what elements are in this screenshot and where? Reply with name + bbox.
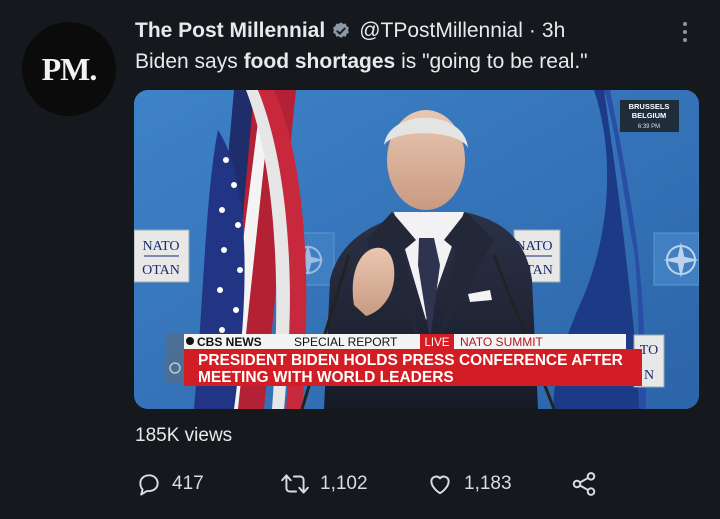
live-badge: LIVE <box>425 337 450 349</box>
video-frame: NATO OTAN NATO OTAN TO N BRUSSELS BELGIU… <box>134 90 699 409</box>
share-icon <box>572 472 596 496</box>
separator-dot: · <box>528 19 536 42</box>
timestamp[interactable]: 3h <box>542 19 565 43</box>
share-button[interactable] <box>570 465 608 503</box>
account-name[interactable]: The Post Millennial <box>135 19 325 43</box>
tweet-header: The Post Millennial @TPostMillennial · 3… <box>135 16 565 46</box>
nato-sign-line2: OTAN <box>142 263 180 278</box>
tweet-actions: 417 1,102 1,183 <box>130 465 610 503</box>
account-handle[interactable]: @TPostMillennial <box>359 19 523 43</box>
network-name: CBS NEWS <box>197 335 262 349</box>
reply-count: 417 <box>172 473 204 494</box>
avatar[interactable]: PM. <box>22 22 116 116</box>
event-name: NATO SUMMIT <box>460 335 544 349</box>
more-options-icon[interactable] <box>676 20 694 44</box>
nato-sign-line1: NATO <box>142 239 179 254</box>
location-time: 6:39 PM <box>638 124 660 130</box>
verified-badge-icon <box>331 21 351 41</box>
headline-line2: MEETING WITH WORLD LEADERS <box>198 369 454 386</box>
retweet-count: 1,102 <box>320 473 368 494</box>
reply-button[interactable]: 417 <box>136 465 204 503</box>
view-count: 185K views <box>135 425 233 446</box>
heart-icon <box>430 475 450 495</box>
tweet-video[interactable]: NATO OTAN NATO OTAN TO N BRUSSELS BELGIU… <box>134 90 699 409</box>
nato-sign3-line2: N <box>644 368 654 383</box>
location-line1: BRUSSELS <box>629 102 670 111</box>
retweet-icon <box>281 474 309 494</box>
tweet-card[interactable]: PM. The Post Millennial @TPostMillennial… <box>0 0 720 519</box>
tweet-text-bold: food shortages <box>243 50 396 73</box>
retweet-button[interactable]: 1,102 <box>280 465 368 503</box>
location-line2: BELGIUM <box>632 111 667 120</box>
headline-line1: PRESIDENT BIDEN HOLDS PRESS CONFERENCE A… <box>198 352 623 369</box>
like-button[interactable]: 1,183 <box>426 465 512 503</box>
like-count: 1,183 <box>464 473 512 494</box>
reply-icon <box>139 474 159 496</box>
nato-sign3-line1: TO <box>640 343 658 358</box>
program-name: SPECIAL REPORT <box>294 335 398 349</box>
avatar-logo-text: PM. <box>41 50 98 87</box>
tweet-text: Biden says food shortages is "going to b… <box>135 50 588 73</box>
